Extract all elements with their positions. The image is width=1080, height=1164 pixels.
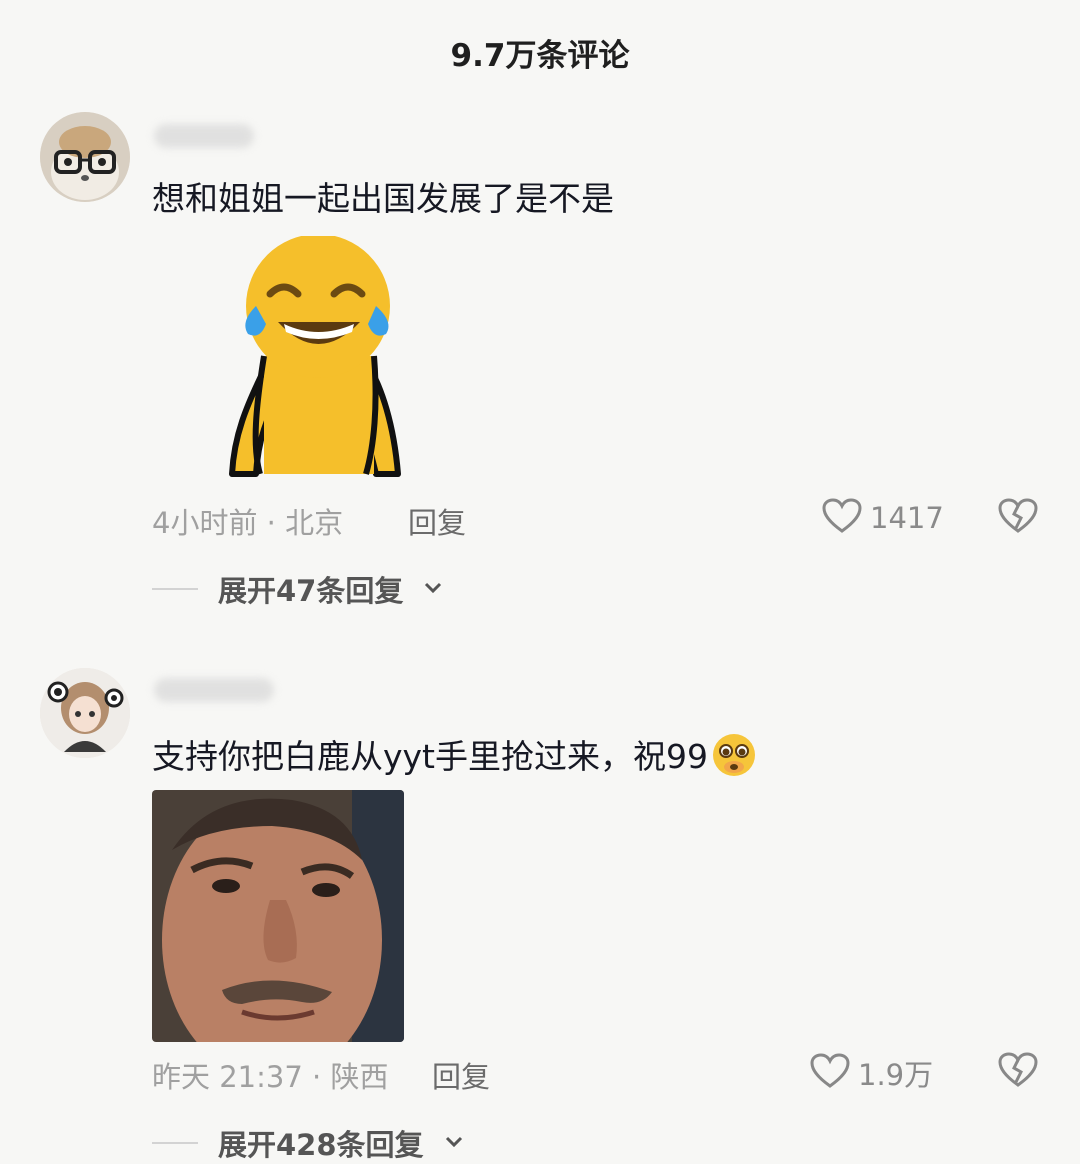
- expand-replies-button[interactable]: 展开428条回复: [152, 1122, 464, 1164]
- heart-icon: [822, 498, 862, 538]
- avatar[interactable]: [40, 668, 130, 758]
- divider-line: [152, 1142, 198, 1144]
- meme-sticker[interactable]: [226, 236, 406, 488]
- comment-text: 支持你把白鹿从yyt手里抢过来，祝99: [152, 730, 758, 787]
- expand-replies-label: 展开428条回复: [218, 1128, 424, 1162]
- pleading-face-emoji-icon: [710, 731, 758, 787]
- reply-button[interactable]: 回复: [432, 1054, 490, 1096]
- avatar[interactable]: [40, 112, 130, 202]
- comment-time-location: 4小时前 · 北京: [152, 506, 344, 540]
- comment-text: 想和姐姐一起出国发展了是不是: [152, 179, 614, 218]
- username-blurred[interactable]: [154, 678, 274, 702]
- comment-time-location: 昨天 21:37 · 陕西: [152, 1060, 389, 1094]
- comment-text-content: 支持你把白鹿从yyt手里抢过来，祝99: [152, 737, 708, 776]
- reply-button[interactable]: 回复: [408, 500, 466, 542]
- meme-photo[interactable]: [152, 790, 404, 1042]
- divider-line: [152, 588, 198, 590]
- broken-heart-icon[interactable]: [998, 1052, 1038, 1092]
- broken-heart-icon[interactable]: [998, 498, 1038, 538]
- expand-replies-button[interactable]: 展开47条回复: [152, 568, 443, 610]
- like-button[interactable]: 1.9万: [810, 1052, 933, 1094]
- like-button[interactable]: 1417: [822, 498, 944, 538]
- comment-count-title: 9.7万条评论: [450, 38, 630, 74]
- like-count: 1417: [870, 501, 944, 535]
- chevron-down-icon: [423, 580, 443, 599]
- like-count: 1.9万: [858, 1058, 934, 1092]
- heart-icon: [810, 1053, 850, 1093]
- expand-replies-label: 展开47条回复: [218, 574, 404, 608]
- username-blurred[interactable]: [154, 124, 254, 148]
- chevron-down-icon: [444, 1134, 464, 1153]
